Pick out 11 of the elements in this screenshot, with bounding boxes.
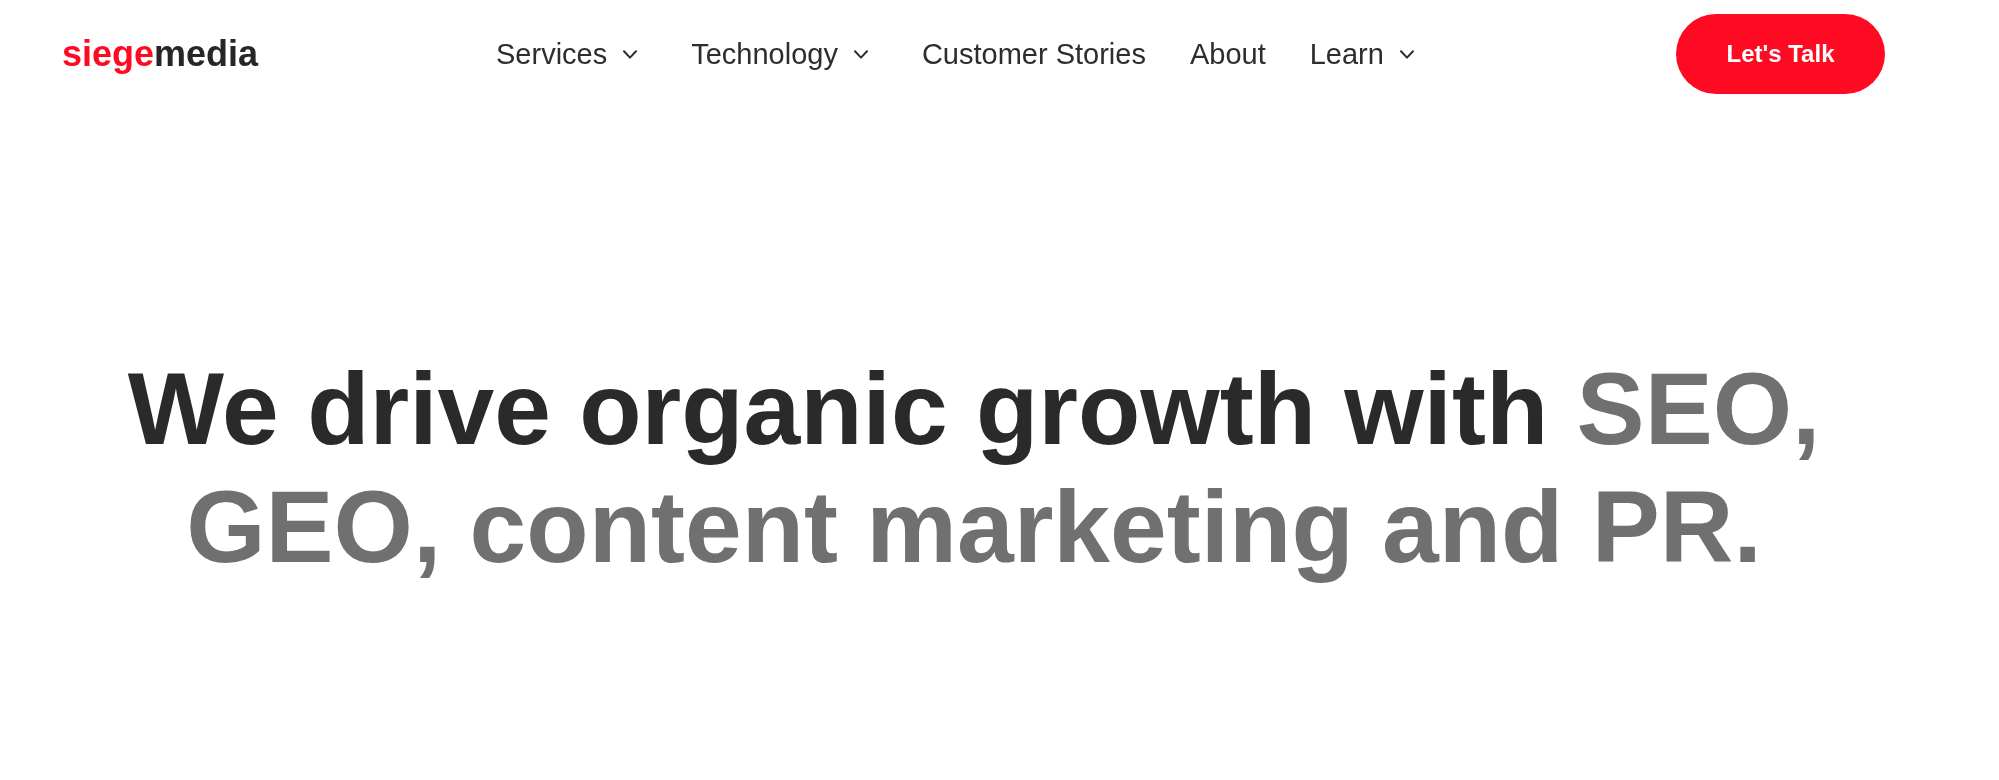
lets-talk-button[interactable]: Let's Talk (1676, 14, 1885, 94)
chevron-down-icon (623, 49, 638, 59)
chevron-down-icon (853, 49, 868, 59)
hero-headline: We drive organic growth with SEO, GEO, content marketing and PR. (126, 351, 1822, 586)
nav-link[interactable]: About (1189, 39, 1266, 69)
site-logo[interactable]: siegemedia (62, 36, 259, 72)
nav-dropdown-button[interactable]: Learn (1309, 39, 1414, 69)
nav-dropdown-button[interactable]: Technology (691, 39, 868, 69)
nav-link[interactable]: Customer Stories (921, 39, 1146, 69)
nav-dropdown-button[interactable]: Services (496, 39, 638, 69)
chevron-down-icon (1399, 49, 1414, 59)
